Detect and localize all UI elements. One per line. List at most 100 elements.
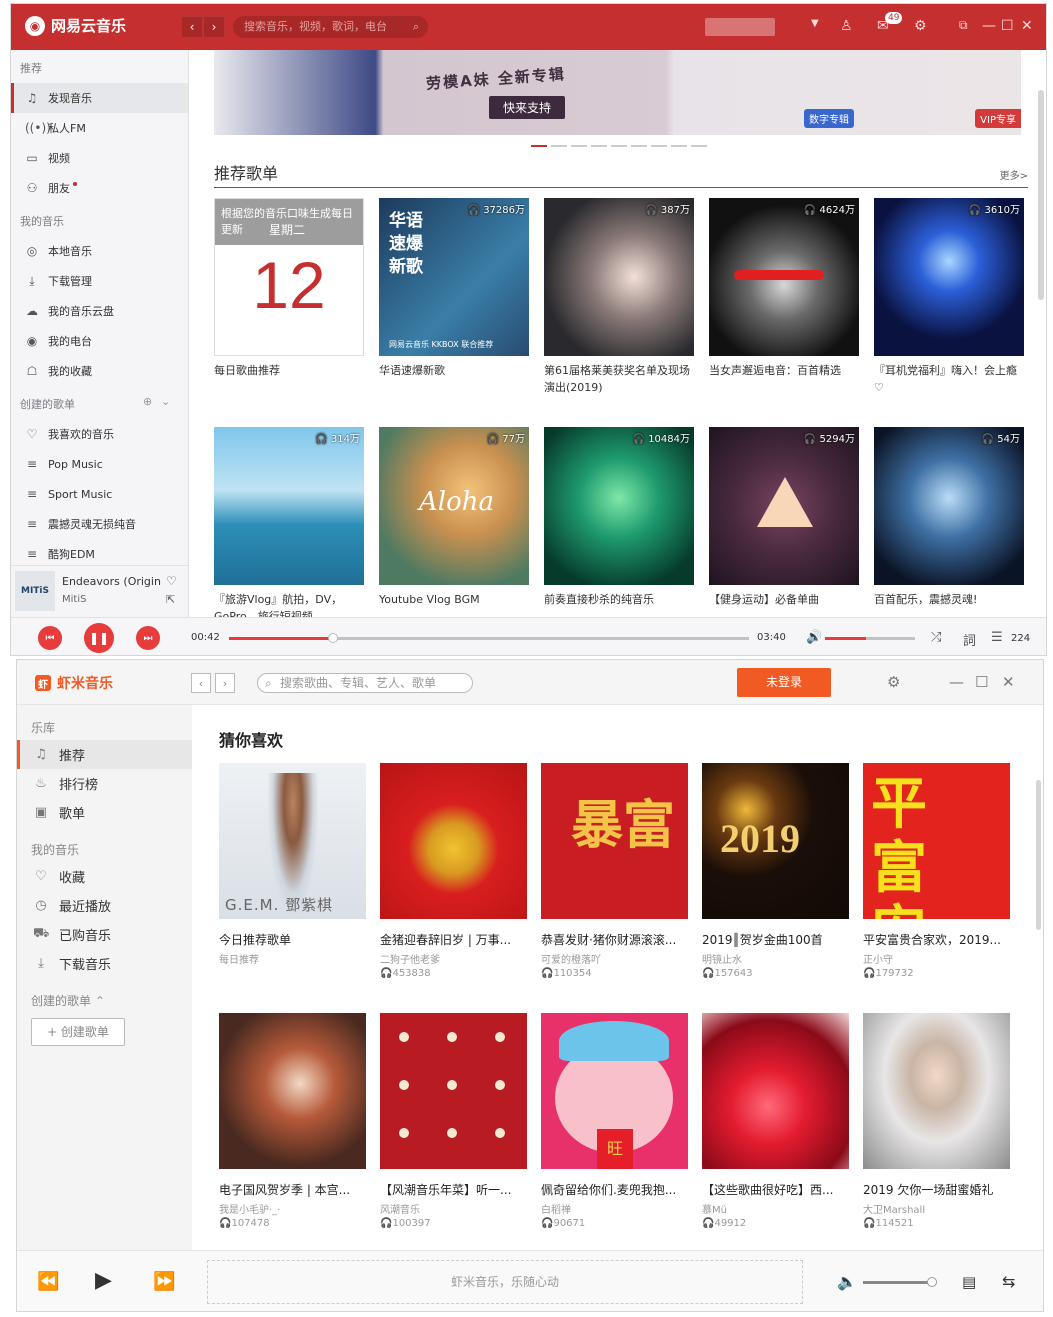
playlist-title[interactable]: 前奏直接秒杀的纯音乐 [544,591,694,617]
playlist-creator[interactable]: 白稻禅 [541,1201,688,1216]
settings-icon[interactable]: ⚙ [887,673,900,691]
like-heart-icon[interactable]: ♡ [166,574,177,588]
daily-cover[interactable]: 根据您的音乐口味生成每日更新 星期二 12 [214,198,364,356]
close-icon[interactable]: ✕ [1002,673,1015,691]
playlist-title[interactable]: 【这些歌曲很好吃】西... [702,1181,849,1198]
xiami-scrollbar[interactable] [1036,780,1041,930]
playlist-title[interactable]: 2019 欠你一场甜蜜婚礼 [863,1181,1010,1198]
pager-dot[interactable] [631,145,647,147]
xiami-search-input[interactable]: ⌕ 搜索歌曲、专辑、艺人、歌单 [257,673,473,693]
playlist-cover[interactable]: 旺 [541,1013,688,1169]
settings-icon[interactable]: ⚙ [914,18,927,34]
sidebar-item-video[interactable]: ▭ 视频 [11,143,188,173]
playlist-title[interactable]: 百首配乐，震撼灵魂! [874,591,1024,617]
playlist-cover[interactable]: 平富安贵 [863,763,1010,919]
minimize-icon[interactable]: — [982,18,996,34]
add-playlist-icon[interactable]: ⊕ [143,395,152,408]
sidebar-item-purchased[interactable]: ⛟ 已购音乐 [17,920,192,949]
playlist-creator[interactable]: 明镜止水 [702,951,849,966]
playlist-title[interactable]: 当女声邂逅电音：百首精选 [709,362,859,396]
shuffle-icon[interactable]: ⤮ [931,630,941,645]
now-playing-cover[interactable]: MITiS [15,571,55,611]
volume-icon[interactable]: 🔊 [806,630,822,645]
share-icon[interactable]: ⇱ [166,593,175,606]
pager-dot[interactable] [591,145,607,147]
sidebar-item-download[interactable]: ⤓ 下载管理 [11,266,188,296]
playlist-title[interactable]: 平安富贵合家欢，2019... [863,931,1010,948]
back-button[interactable]: ‹ [181,16,203,38]
collapse-icon[interactable]: ⌃ [95,994,105,1008]
playlist-title[interactable]: 佩奇留给你们.麦兜我抱... [541,1181,688,1198]
playlist-card[interactable]: 🎧 10484万 前奏直接秒杀的纯音乐 [544,427,694,617]
forward-button[interactable]: › [203,16,225,38]
collapse-icon[interactable]: ⌄ [161,395,170,408]
volume-icon[interactable]: 🔈 [837,1272,857,1291]
progress-bar[interactable] [229,633,749,643]
maximize-icon[interactable]: ☐ [975,673,988,691]
playlist-cover[interactable] [380,1013,527,1169]
back-button[interactable]: ‹ [191,673,211,693]
playlist-creator[interactable]: 每日推荐 [219,951,366,966]
netease-logo[interactable]: ◉ 网易云音乐 [25,15,126,36]
playlist-cover[interactable] [380,763,527,919]
playlist-cover[interactable] [702,1013,849,1169]
playlist-card[interactable]: 🎧 4624万 当女声邂逅电音：百首精选 [709,198,859,417]
progress-knob[interactable] [328,633,338,643]
playlist-card[interactable]: 根据您的音乐口味生成每日更新 星期二 12 每日歌曲推荐 [214,198,364,417]
playlist-title[interactable]: 每日歌曲推荐 [214,362,364,396]
volume-knob[interactable] [927,1277,937,1287]
playlist-cover[interactable]: 暴富 [541,763,688,919]
playlist-card[interactable]: 【这些歌曲很好吃】西... 慕Mü 🎧49912 [702,1013,849,1247]
playlist-creator[interactable]: 我是小毛驴·_· [219,1201,366,1216]
playlist-card[interactable]: 🎧 5294万 【健身运动】必备单曲 [709,427,859,617]
sidebar-item-collection[interactable]: ☖ 我的收藏 [11,356,188,386]
mini-mode-icon[interactable]: ⧉ [959,18,968,33]
now-playing-mini[interactable]: MITiS Endeavors (Origin... MitiS ♡ ⇱ [11,565,188,617]
playlist-card[interactable]: 金猪迎春辞旧岁 | 万事... 二狗子他老爹 🎧453838 [380,763,527,997]
pager-dot[interactable] [651,145,667,147]
playlist-title[interactable]: 今日推荐歌单 [219,931,366,948]
banner[interactable]: 劳模A妹 全新专辑 快来支持 数字专辑 VIP专享 [214,50,1021,135]
maximize-icon[interactable]: ☐ [1001,18,1014,34]
sidebar-item-discover[interactable]: ♫ 发现音乐 [11,83,188,113]
pager-dot[interactable] [551,145,567,147]
pager-dot[interactable] [671,145,687,147]
playlist-creator[interactable]: 慕Mü [702,1201,849,1216]
repeat-icon[interactable]: ⇆ [1002,1272,1015,1291]
playlist-title[interactable]: 电子国风贺岁季 | 本宫... [219,1181,366,1198]
search-icon[interactable]: ⌕ [413,16,419,38]
playlist-title[interactable]: 『旅游Vlog』航拍，DV，GoPro，旅行短视频 [214,591,364,617]
playlist-card[interactable]: 暴富 恭喜发财·猪你财源滚滚... 可爱的橙落吖 🎧110354 [541,763,688,997]
playlist-cover[interactable]: 🎧 387万 [544,198,694,356]
playlist-card[interactable]: 🎧 387万 第61届格莱美获奖名单及现场演出(2019) [544,198,694,417]
playlist-title[interactable]: 【风潮音乐年菜】听一... [380,1181,527,1198]
now-playing-title[interactable]: Endeavors (Origin... [62,575,162,588]
playlist-creator[interactable]: 风潮音乐 [380,1201,527,1216]
playlist-cover[interactable]: 🎧 5294万 [709,427,859,585]
playlist-title[interactable]: Youtube Vlog BGM [379,591,529,617]
playlist-cover[interactable]: 华语速爆新歌 网易云音乐 KKBOX 联合推荐 🎧 37286万 [379,198,529,356]
playlist-creator[interactable]: 二狗子他老爹 [380,951,527,966]
volume-bar[interactable] [825,637,915,640]
sidebar-item-radio[interactable]: ◉ 我的电台 [11,326,188,356]
xiami-logo[interactable]: 虾 虾米音乐 [35,673,113,693]
skin-icon[interactable]: ♙ [840,18,853,34]
sidebar-item-downloads[interactable]: ⤓ 下载音乐 [17,949,192,978]
forward-button[interactable]: › [215,673,235,693]
playlist-card[interactable]: 旺 佩奇留给你们.麦兜我抱... 白稻禅 🎧90671 [541,1013,688,1247]
sidebar-item-recommend[interactable]: ♫ 推荐 [17,740,192,769]
sidebar-item-cloud[interactable]: ☁ 我的音乐云盘 [11,296,188,326]
prev-button[interactable]: ⏪ [37,1271,59,1292]
playlist-card[interactable]: Aloha 🎧 77万 Youtube Vlog BGM [379,427,529,617]
pager-dot[interactable] [531,145,547,147]
banner-button[interactable]: 快来支持 [489,96,566,119]
sidebar-item-charts[interactable]: ♨ 排行榜 [17,769,192,798]
sidebar-item-friends[interactable]: ⚇ 朋友 [11,173,188,203]
create-playlist-button[interactable]: + 创建歌单 [31,1018,125,1046]
playlist-cover[interactable]: G.E.M. 鄧紫棋 [219,763,366,919]
playlist-card[interactable]: 平富安贵 平安富贵合家欢，2019... 正小守 🎧179732 [863,763,1010,997]
search-icon[interactable]: ⌕ [265,674,272,692]
lyrics-icon[interactable]: ▤ [962,1273,976,1291]
more-link[interactable]: 更多> [1000,167,1028,182]
playlist-card[interactable]: 【风潮音乐年菜】听一... 风潮音乐 🎧100397 [380,1013,527,1247]
